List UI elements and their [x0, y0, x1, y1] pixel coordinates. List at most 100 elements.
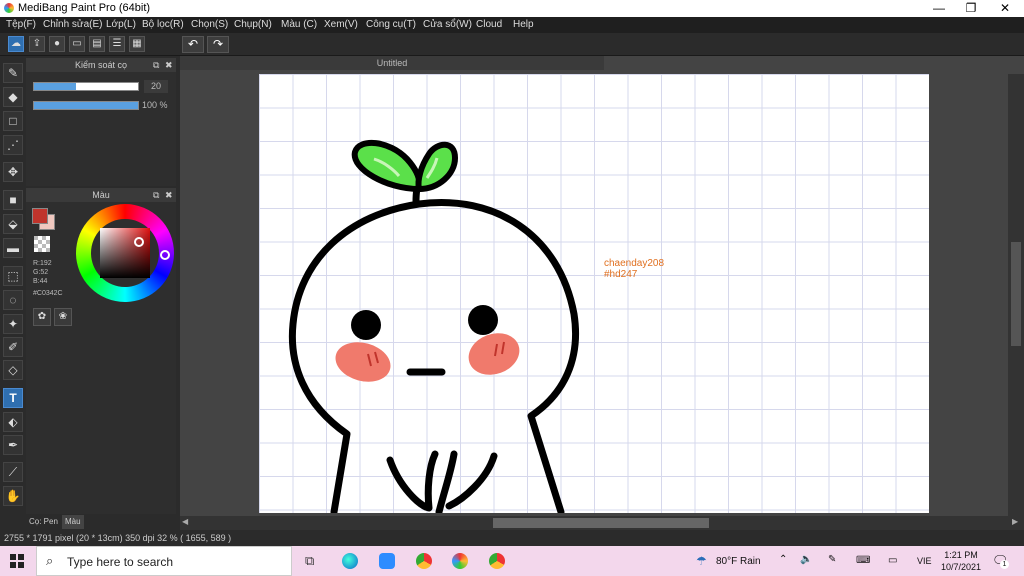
brush-size-slider[interactable]	[33, 82, 139, 91]
undo-button[interactable]: ↶	[182, 36, 204, 53]
status-text: 2755 * 1791 pixel (20 * 13cm) 350 dpi 32…	[4, 533, 232, 543]
rectangle-icon[interactable]: □	[3, 111, 23, 131]
search-box[interactable]: ⌕ Type here to search	[36, 546, 292, 576]
list-icon[interactable]: ☰	[109, 36, 125, 52]
menu-filter[interactable]: Bộ lọc(R)	[142, 19, 184, 30]
arm-left	[386, 450, 439, 512]
eraser-icon[interactable]: ◆	[3, 87, 23, 107]
palette-icon[interactable]: ✿	[33, 308, 51, 326]
edge-icon[interactable]	[342, 553, 358, 569]
brush-panel-title: Kiểm soát cọ	[74, 60, 128, 70]
medibang-icon[interactable]	[452, 553, 468, 569]
chrome-icon[interactable]	[489, 553, 505, 569]
language-indicator[interactable]: VIE	[917, 556, 932, 566]
display-icon[interactable]: ▭	[888, 555, 897, 566]
minimize-button[interactable]: —	[922, 0, 956, 17]
task-view-icon[interactable]: ⧉	[305, 553, 314, 569]
app-logo-icon	[4, 3, 14, 13]
transparent-swatch[interactable]	[34, 236, 50, 252]
right-eye	[468, 305, 498, 335]
move-icon[interactable]: ✥	[3, 162, 23, 182]
menu-view[interactable]: Xem(V)	[324, 19, 358, 30]
search-icon: ⌕	[46, 553, 54, 568]
bucket-icon[interactable]: ⬙	[3, 214, 23, 234]
hue-handle[interactable]	[160, 250, 170, 260]
opacity-slider[interactable]	[33, 101, 139, 110]
share-icon[interactable]: ⇪	[29, 36, 45, 52]
page-icon[interactable]: ▤	[89, 36, 105, 52]
scroll-right-icon[interactable]: ▶	[1012, 517, 1018, 526]
notification-count: 1	[1000, 560, 1009, 569]
drawing-illustration	[288, 139, 580, 513]
menu-select[interactable]: Chọn(S)	[191, 19, 228, 30]
close-panel-icon[interactable]: ✖	[165, 188, 173, 202]
chevron-up-icon[interactable]: ⌃	[779, 554, 787, 565]
close-panel-icon[interactable]: ✖	[165, 58, 173, 72]
maximize-button[interactable]: ❐	[954, 0, 988, 17]
panel-tabs: Cọ: Pen Màu	[26, 514, 180, 530]
dropper-icon[interactable]: ✒	[3, 435, 23, 455]
dotted-brush-icon[interactable]: ⋰	[3, 135, 23, 155]
document-tab[interactable]: Untitled	[180, 56, 604, 70]
popout-icon[interactable]: ⧉	[153, 188, 159, 202]
brush-size-value[interactable]: 20	[144, 80, 168, 93]
watermark-line1: chaenday208	[604, 258, 665, 269]
hand-icon[interactable]: ✋	[3, 486, 23, 506]
clock[interactable]: 1:21 PM 10/7/2021	[941, 549, 981, 573]
chat-icon[interactable]: ▭	[69, 36, 85, 52]
fill-square-icon[interactable]: ■	[3, 190, 23, 210]
blue-value: B:44	[33, 278, 48, 285]
tab-color[interactable]: Màu	[62, 515, 84, 529]
select-eraser-icon[interactable]: ◇	[3, 360, 23, 380]
menu-cloud[interactable]: Cloud	[476, 19, 502, 30]
menu-window[interactable]: Cửa sổ(W)	[423, 19, 472, 30]
chrome-icon[interactable]	[416, 553, 432, 569]
menu-capture[interactable]: Chụp(N)	[234, 19, 272, 30]
volume-icon[interactable]: 🔈	[800, 554, 812, 565]
menu-file[interactable]: Tệp(F)	[6, 19, 36, 30]
gradient-icon[interactable]: ▬	[3, 238, 23, 258]
magic-wand-icon[interactable]: ✦	[3, 314, 23, 334]
brush-icon[interactable]: ✎	[3, 63, 23, 83]
scroll-left-icon[interactable]: ◀	[182, 517, 188, 526]
watermark-line2: #hd247	[604, 269, 638, 280]
redo-button[interactable]: ↷	[207, 36, 229, 53]
cloud-icon[interactable]: ☁	[8, 36, 24, 52]
divide-icon[interactable]: ⬖	[3, 412, 23, 432]
zoom-icon[interactable]	[379, 553, 395, 569]
foreground-color-swatch[interactable]	[32, 208, 48, 224]
lasso-icon[interactable]: ◌	[3, 290, 23, 310]
menu-color[interactable]: Màu (C)	[281, 19, 317, 30]
saturation-square[interactable]	[100, 228, 150, 278]
red-value: R:192	[33, 260, 52, 267]
close-button[interactable]: ✕	[988, 0, 1022, 17]
menu-tools[interactable]: Công cụ(T)	[366, 19, 416, 30]
drawing-canvas[interactable]: chaenday208 #hd247	[259, 74, 929, 513]
toolbar: ☁ ⇪ ● ▭ ▤ ☰ ▦ ↶ ↷	[0, 33, 1024, 56]
select-rect-icon[interactable]: ⬚	[3, 266, 23, 286]
text-icon[interactable]: T	[3, 388, 23, 408]
color-wheel[interactable]	[76, 204, 174, 302]
horizontal-scrollbar[interactable]: ◀ ▶	[180, 516, 1024, 530]
palette-settings-icon[interactable]: ❀	[54, 308, 72, 326]
color-picker-handle[interactable]	[134, 237, 144, 247]
tab-pen[interactable]: Cọ: Pen	[26, 515, 61, 529]
keyboard-icon[interactable]: ⌨	[856, 555, 870, 566]
vertical-scroll-thumb[interactable]	[1011, 242, 1021, 346]
pipette-icon[interactable]: ⟋	[3, 462, 23, 482]
weather-text[interactable]: 80°F Rain	[716, 556, 761, 567]
menu-layer[interactable]: Lớp(L)	[106, 19, 136, 30]
popout-icon[interactable]: ⧉	[153, 58, 159, 72]
grid-icon[interactable]: ▦	[129, 36, 145, 52]
menu-help[interactable]: Help	[513, 19, 534, 30]
sprout-leaves	[351, 139, 459, 193]
search-placeholder: Type here to search	[67, 555, 174, 569]
select-pen-icon[interactable]: ✐	[3, 337, 23, 357]
horizontal-scroll-thumb[interactable]	[493, 518, 709, 528]
vertical-scrollbar[interactable]	[1008, 74, 1024, 516]
windows-start-icon[interactable]	[10, 554, 24, 568]
comment-icon[interactable]: ●	[49, 36, 65, 52]
menu-edit[interactable]: Chỉnh sửa(E)	[43, 19, 103, 30]
color-panel: R:192 G:52 B:44 #C0342C ✿ ❀	[26, 202, 176, 514]
pen-icon[interactable]: ✎	[828, 554, 836, 565]
